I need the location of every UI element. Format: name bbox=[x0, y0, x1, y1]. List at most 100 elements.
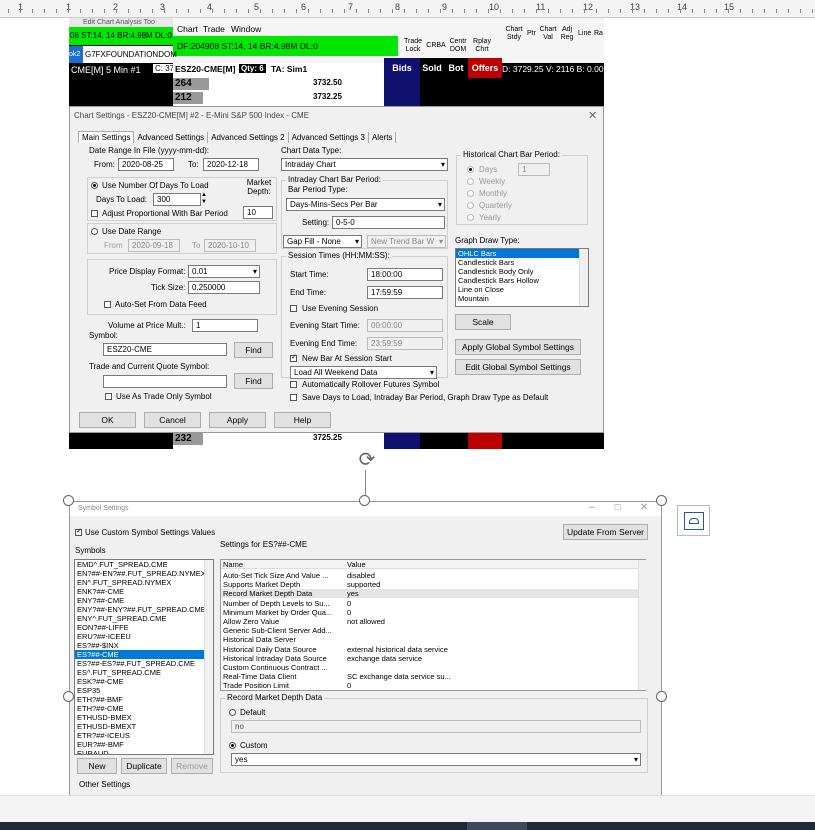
maximize-icon[interactable]: ☐ bbox=[614, 503, 621, 512]
to2-date-field[interactable]: 2020-10-10 bbox=[204, 239, 256, 252]
layout-options-button[interactable] bbox=[677, 505, 710, 536]
symbol-list-item[interactable]: ETR?##-ICEUS bbox=[75, 731, 213, 740]
from-date-field[interactable]: 2020-08-25 bbox=[118, 158, 174, 171]
symbol-list-item[interactable]: EON?##-LIFFE bbox=[75, 623, 213, 632]
chart-val-button[interactable]: Chart Val bbox=[539, 26, 557, 42]
symbol-list-item[interactable]: ESK?##-CME bbox=[75, 677, 213, 686]
settings-grid-row[interactable]: Number of Depth Levels to Su... 0 bbox=[221, 599, 641, 608]
resize-handle[interactable] bbox=[656, 495, 667, 506]
new-button[interactable]: New bbox=[77, 758, 117, 774]
bar-period-type-select[interactable]: Days-Mins-Secs Per Bar bbox=[286, 198, 445, 211]
adjust-proportional-checkbox[interactable] bbox=[91, 210, 98, 217]
settings-grid-row[interactable]: Historical Data Server bbox=[221, 635, 641, 644]
ok-button[interactable]: OK bbox=[79, 412, 136, 428]
end-time-field[interactable]: 17:59:59 bbox=[367, 286, 443, 299]
taskbar-active-item[interactable] bbox=[467, 822, 527, 830]
hist-quarterly-radio[interactable] bbox=[467, 202, 474, 209]
graph-list-scrollbar[interactable] bbox=[579, 249, 588, 306]
symbol-list-item[interactable]: ETHUSD-BMEXT bbox=[75, 722, 213, 731]
new-bar-checkbox[interactable] bbox=[290, 353, 297, 362]
tab-dom-name[interactable]: G7FXFOUNDATIONDOM bbox=[85, 50, 177, 59]
ra-button[interactable]: Ra bbox=[594, 30, 603, 37]
apply-button[interactable]: Apply bbox=[209, 412, 266, 428]
custom-radio[interactable] bbox=[229, 742, 236, 749]
evening-end-field[interactable]: 23:59:59 bbox=[367, 337, 443, 350]
tab-main-settings[interactable]: Main Settings bbox=[78, 131, 135, 143]
hist-weekly-radio[interactable] bbox=[467, 178, 474, 185]
ptr-button[interactable]: Ptr bbox=[527, 30, 536, 37]
settings-grid-row[interactable]: Minimum Market by Order Qua... 0 bbox=[221, 608, 641, 617]
default-value-field[interactable]: no bbox=[231, 720, 641, 733]
tick-size-field[interactable]: 0.250000 bbox=[188, 281, 260, 294]
settings-grid-row[interactable]: Historical Intraday Data Source exchange … bbox=[221, 654, 641, 663]
menu-window[interactable]: Window bbox=[231, 24, 261, 34]
save-defaults-checkbox[interactable] bbox=[290, 394, 297, 401]
use-trade-only-checkbox[interactable] bbox=[105, 393, 112, 400]
symbol-list-item[interactable]: ERU?##-ICEEU bbox=[75, 632, 213, 641]
symbol-field[interactable]: ESZ20-CME bbox=[103, 343, 227, 356]
gap-fill-select[interactable]: Gap Fill - None bbox=[283, 235, 362, 248]
find-symbol-button[interactable]: Find bbox=[234, 342, 273, 358]
symbol-list-item[interactable]: EUR?##-BMF bbox=[75, 740, 213, 749]
volume-mult-field[interactable]: 1 bbox=[192, 319, 258, 332]
custom-value-select[interactable]: yes bbox=[231, 753, 641, 766]
settings-grid-row[interactable]: Record Market Depth Data yes bbox=[221, 589, 641, 599]
update-from-server-button[interactable]: Update From Server bbox=[563, 524, 648, 540]
resize-handle[interactable] bbox=[63, 691, 74, 702]
hist-yearly-radio[interactable] bbox=[467, 214, 474, 221]
to-date-field[interactable]: 2020-12-18 bbox=[203, 158, 259, 171]
help-button[interactable]: Help bbox=[274, 412, 331, 428]
trade-lock-button[interactable]: Trade Lock bbox=[401, 38, 425, 54]
symbol-list-item[interactable]: ES?##-ES?##.FUT_SPREAD.CME bbox=[75, 659, 213, 668]
hist-days-radio[interactable] bbox=[467, 166, 474, 173]
symbol-list-item[interactable]: EN?##-EN?##.FUT_SPREAD.NYMEX bbox=[75, 569, 213, 578]
grid-scrollbar[interactable] bbox=[638, 560, 646, 690]
symbol-list-item[interactable]: ES?##-CME bbox=[75, 650, 213, 659]
minimize-icon[interactable]: – bbox=[589, 502, 595, 513]
from2-date-field[interactable]: 2020-09-18 bbox=[128, 239, 180, 252]
graph-type-item[interactable]: Mountain bbox=[456, 294, 588, 303]
start-time-field[interactable]: 18:00:00 bbox=[367, 268, 443, 281]
settings-grid-row[interactable]: Generic Sub-Client Server Add... bbox=[221, 626, 641, 635]
resize-handle[interactable] bbox=[63, 495, 74, 506]
settings-grid-row[interactable]: Auto-Set Tick Size And Value ... disabled bbox=[221, 571, 641, 580]
value-column-header[interactable]: Value bbox=[347, 560, 366, 569]
use-custom-checkbox[interactable] bbox=[75, 527, 82, 536]
cancel-button[interactable]: Cancel bbox=[144, 412, 201, 428]
name-column-header[interactable]: Name bbox=[223, 560, 341, 569]
symbol-list-item[interactable]: ES^.FUT_SPREAD.CME bbox=[75, 668, 213, 677]
resize-handle[interactable] bbox=[359, 495, 370, 506]
edit-global-settings-button[interactable]: Edit Global Symbol Settings bbox=[455, 359, 581, 375]
symbols-list[interactable]: EMD^.FUT_SPREAD.CME EN?##-EN?##.FUT_SPREA… bbox=[74, 559, 214, 755]
hist-days-field[interactable]: 1 bbox=[518, 163, 550, 176]
graph-type-item[interactable]: OHLC Bars bbox=[456, 249, 588, 258]
market-depth-field[interactable]: 10 bbox=[243, 206, 273, 219]
default-radio[interactable] bbox=[229, 709, 236, 716]
close-icon[interactable]: ✕ bbox=[640, 502, 648, 513]
centr-dom-button[interactable]: Centr DOM bbox=[447, 38, 469, 54]
graph-type-item[interactable]: Candlestick Body Only bbox=[456, 267, 588, 276]
settings-grid-row[interactable]: Custom Continuous Contract ... bbox=[221, 663, 641, 672]
symbols-scrollbar[interactable] bbox=[204, 560, 213, 754]
rotate-handle-icon[interactable]: ⟳ bbox=[353, 450, 381, 470]
tab-advanced-settings-2[interactable]: Advanced Settings 2 bbox=[208, 132, 289, 143]
symbol-list-item[interactable]: EN^.FUT_SPREAD.NYMEX bbox=[75, 578, 213, 587]
symbol-list-item[interactable]: ETHUSD-BMEX bbox=[75, 713, 213, 722]
duplicate-button[interactable]: Duplicate bbox=[121, 758, 167, 774]
trade-symbol-field[interactable] bbox=[103, 375, 227, 388]
settings-grid-row[interactable]: Trade Position Limit 0 bbox=[221, 681, 641, 690]
graph-draw-list[interactable]: OHLC Bars Candlestick Bars Candlestick Bod… bbox=[455, 248, 589, 307]
menu-trade[interactable]: Trade bbox=[203, 24, 225, 34]
use-days-radio[interactable] bbox=[91, 182, 98, 189]
symbol-list-item[interactable]: EURAUD bbox=[75, 749, 213, 754]
symbol-list-item[interactable]: ES?##-$INX bbox=[75, 641, 213, 650]
symbol-list-item[interactable]: ENY^.FUT_SPREAD.CME bbox=[75, 614, 213, 623]
tab-advanced-settings[interactable]: Advanced Settings bbox=[134, 132, 209, 143]
symbol-list-item[interactable]: EMD^.FUT_SPREAD.CME bbox=[75, 560, 213, 569]
symbol-list-item[interactable]: ENK?##-CME bbox=[75, 587, 213, 596]
new-trend-bar-select[interactable]: New Trend Bar W bbox=[367, 235, 446, 248]
symbol-list-item[interactable]: ESP35 bbox=[75, 686, 213, 695]
use-date-range-radio[interactable] bbox=[91, 228, 98, 235]
close-icon[interactable]: ✕ bbox=[588, 109, 597, 122]
evening-start-field[interactable]: 00:00:00 bbox=[367, 319, 443, 332]
